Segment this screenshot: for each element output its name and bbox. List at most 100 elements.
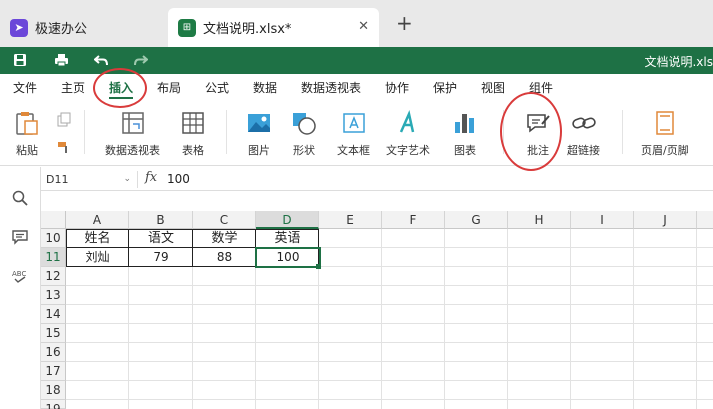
menu-item-view[interactable]: 视图 (481, 79, 505, 96)
name-box[interactable]: D11 ⌄ (44, 171, 138, 188)
link-icon (571, 117, 596, 129)
header-footer-icon (656, 111, 674, 135)
chart-button[interactable]: 图表 (452, 110, 478, 158)
wordart-button[interactable]: 文字艺术 (386, 110, 430, 158)
function-icon[interactable]: fx (145, 170, 157, 185)
row-header[interactable]: 10 (41, 229, 66, 248)
column-header-a[interactable]: A (66, 211, 129, 229)
textbox-icon (342, 113, 365, 133)
image-button[interactable]: 图片 (246, 110, 272, 158)
comment-icon[interactable] (11, 228, 29, 246)
header-footer-button[interactable]: 页眉/页脚 (641, 110, 689, 158)
comment-label: 批注 (527, 144, 549, 157)
row-header[interactable]: 14 (41, 305, 66, 324)
row-header[interactable]: 16 (41, 343, 66, 362)
table-button[interactable]: 表格 (180, 110, 206, 158)
document-title: 文档说明.xls (644, 55, 713, 69)
chevron-down-icon[interactable]: ⌄ (123, 171, 131, 188)
paste-icon (16, 112, 38, 135)
pivot-table-button[interactable]: 数据透视表 (105, 110, 160, 158)
image-label: 图片 (248, 144, 270, 157)
row-header[interactable]: 19 (41, 400, 66, 409)
worksheet-grid: A B C D E F G H I J 10 11 12 13 14 15 16… (41, 211, 713, 409)
copy-icon[interactable] (56, 112, 72, 128)
column-header-h[interactable]: H (508, 211, 571, 229)
row-header[interactable]: 15 (41, 324, 66, 343)
close-icon[interactable]: ✕ (358, 19, 369, 34)
tab-app-label: 极速办公 (35, 22, 88, 37)
row-header[interactable]: 11 (41, 248, 66, 267)
cell-d10[interactable]: 英语 (256, 229, 319, 248)
spellcheck-icon[interactable]: ABC (11, 267, 29, 285)
column-header-f[interactable]: F (382, 211, 445, 229)
new-tab-button[interactable]: + (396, 13, 413, 33)
comment-button[interactable]: 批注 (525, 110, 551, 158)
cell-c10[interactable]: 数学 (193, 229, 256, 248)
ribbon-separator (622, 110, 623, 154)
active-menu-indicator (109, 97, 133, 99)
hyperlink-button[interactable]: 超链接 (567, 110, 600, 158)
cell-a11[interactable]: 刘灿 (66, 248, 129, 267)
column-header-c[interactable]: C (193, 211, 256, 229)
table-label: 表格 (182, 144, 204, 157)
chart-label: 图表 (454, 144, 476, 157)
row-header[interactable]: 17 (41, 362, 66, 381)
hyperlink-label: 超链接 (567, 144, 600, 157)
menu-item-components[interactable]: 组件 (529, 79, 553, 96)
spreadsheet-icon: ⊞ (178, 18, 196, 37)
menu-item-protect[interactable]: 保护 (433, 79, 457, 96)
menu-item-home[interactable]: 主页 (61, 79, 85, 96)
shape-button[interactable]: 形状 (291, 110, 317, 158)
pivot-table-label: 数据透视表 (105, 144, 160, 157)
column-header-b[interactable]: B (129, 211, 193, 229)
menu-item-layout[interactable]: 布局 (157, 79, 181, 96)
undo-icon[interactable] (92, 51, 110, 69)
textbox-button[interactable]: 文本框 (337, 110, 370, 158)
menu-item-data[interactable]: 数据 (253, 79, 277, 96)
left-side-rail: ABC (0, 167, 41, 409)
pivot-table-icon (121, 112, 144, 134)
header-footer-label: 页眉/页脚 (641, 144, 689, 157)
menu-item-formula[interactable]: 公式 (205, 79, 229, 96)
cell-reference: D11 (46, 173, 69, 186)
cell-b11[interactable]: 79 (129, 248, 193, 267)
shape-label: 形状 (293, 144, 315, 157)
column-header-g[interactable]: G (445, 211, 508, 229)
cell-d11-selected[interactable]: 100 (255, 247, 321, 268)
menu-item-file[interactable]: 文件 (13, 79, 37, 96)
main-menu-bar: 文件 主页 插入 布局 公式 数据 数据透视表 协作 保护 视图 组件 (0, 74, 713, 100)
print-icon[interactable] (52, 51, 70, 69)
paste-button[interactable]: 粘贴 (14, 110, 40, 158)
tab-app-home[interactable]: ➤ 极速办公 (0, 8, 165, 47)
menu-item-insert[interactable]: 插入 (109, 79, 133, 96)
cell-b10[interactable]: 语文 (129, 229, 193, 248)
redo-icon[interactable] (132, 51, 150, 69)
cell-a10[interactable]: 姓名 (66, 229, 129, 248)
image-icon (248, 114, 270, 132)
menu-item-collaborate[interactable]: 协作 (385, 79, 409, 96)
row-header[interactable]: 18 (41, 381, 66, 400)
fill-handle[interactable] (316, 264, 321, 269)
cell-c11[interactable]: 88 (193, 248, 256, 267)
search-icon[interactable] (11, 189, 29, 207)
format-painter-icon[interactable] (56, 140, 72, 156)
formula-input[interactable]: 100 (167, 172, 190, 186)
quick-access-toolbar: 文档说明.xls (0, 47, 713, 74)
column-header-j[interactable]: J (634, 211, 697, 229)
window-tab-bar: ➤ 极速办公 ⊞ 文档说明.xlsx* ✕ + (0, 0, 713, 47)
spreadsheet-app-window: ➤ 极速办公 ⊞ 文档说明.xlsx* ✕ + 文档说明.xls 文件 主页 插… (0, 0, 713, 409)
row-header[interactable]: 12 (41, 267, 66, 286)
table-icon (182, 112, 204, 134)
insert-ribbon: 粘贴 数据透视表 表格 图片 形状 文本框 文字艺术 图表 批注 超链接 页眉/… (0, 100, 713, 166)
menu-item-pivot-table[interactable]: 数据透视表 (301, 79, 361, 96)
column-header-e[interactable]: E (319, 211, 382, 229)
row-header[interactable]: 13 (41, 286, 66, 305)
chart-icon (455, 114, 474, 133)
save-icon[interactable] (11, 51, 29, 69)
comment-icon (527, 114, 550, 133)
column-header-d[interactable]: D (256, 211, 319, 229)
select-all-corner[interactable] (41, 211, 66, 229)
wordart-icon (399, 110, 415, 133)
column-header-i[interactable]: I (571, 211, 634, 229)
tab-document[interactable]: ⊞ 文档说明.xlsx* ✕ (168, 8, 379, 47)
